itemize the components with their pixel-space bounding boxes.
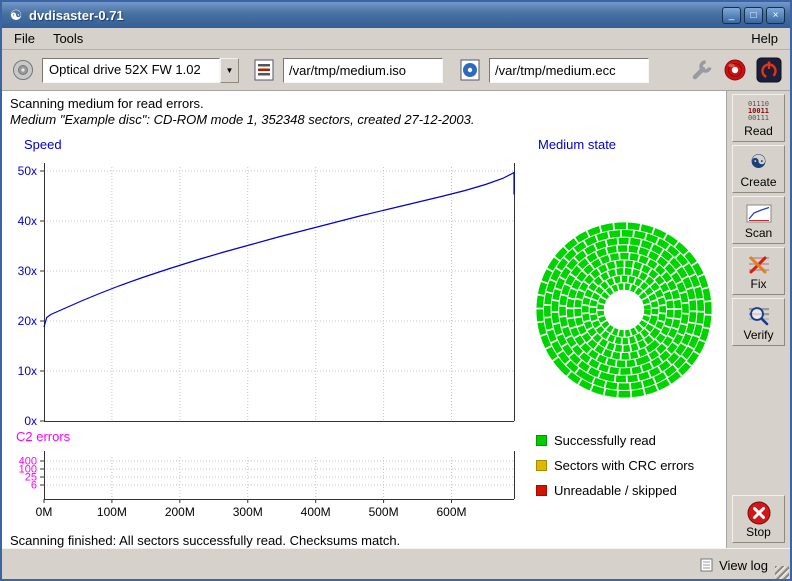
- yinyang-create-icon: ☯: [750, 150, 767, 176]
- preferences-wrench-icon[interactable]: [688, 57, 714, 83]
- drive-icon: [10, 57, 36, 83]
- svg-text:100M: 100M: [97, 505, 127, 519]
- legend-swatch-crc: [536, 460, 547, 471]
- legend-label-crc: Sectors with CRC errors: [554, 458, 694, 473]
- medium-state-title: Medium state: [538, 137, 616, 152]
- status-line-1: Scanning medium for read errors.: [10, 96, 204, 111]
- stop-x-icon: [746, 500, 772, 526]
- create-label: Create: [740, 176, 776, 189]
- close-button[interactable]: ×: [766, 7, 785, 24]
- svg-text:200M: 200M: [165, 505, 195, 519]
- dropdown-arrow-icon[interactable]: ▼: [220, 58, 239, 83]
- svg-text:300M: 300M: [233, 505, 263, 519]
- finished-status: Scanning finished: All sectors successfu…: [10, 533, 400, 548]
- scan-button[interactable]: Scan: [732, 196, 785, 244]
- window-title: dvdisaster-0.71: [29, 8, 719, 23]
- fix-label: Fix: [751, 278, 767, 291]
- svg-text:40x: 40x: [18, 214, 37, 228]
- fix-button[interactable]: Fix: [732, 247, 785, 295]
- content-area: Scanning medium for read errors. Medium …: [2, 91, 790, 548]
- view-log-label: View log: [719, 558, 768, 573]
- stop-label: Stop: [746, 526, 771, 539]
- bottom-statusbar: View log: [2, 548, 790, 581]
- help-disc-icon[interactable]: [722, 57, 748, 83]
- c2-errors-title: C2 errors: [16, 429, 70, 444]
- speed-chart: 0x 10x 20x 30x 40x 50x: [2, 159, 522, 431]
- read-button[interactable]: 01110 10011 00111 Read: [732, 94, 785, 142]
- resize-grip[interactable]: [775, 566, 789, 580]
- toolbar: Optical drive 52X FW 1.02 ▼: [2, 50, 790, 91]
- legend-item-unreadable: Unreadable / skipped: [536, 483, 694, 498]
- drive-select-value[interactable]: Optical drive 52X FW 1.02: [42, 58, 220, 83]
- svg-text:500M: 500M: [369, 505, 399, 519]
- app-window: ☯ dvdisaster-0.71 _ □ × File Tools Help …: [0, 0, 792, 581]
- ecc-file-icon: [457, 57, 483, 83]
- app-yinyang-icon: ☯: [7, 7, 25, 24]
- medium-state-legend: Successfully read Sectors with CRC error…: [536, 433, 694, 508]
- svg-text:400M: 400M: [301, 505, 331, 519]
- quit-power-icon[interactable]: [756, 57, 782, 83]
- binary-read-icon: 01110 10011 00111: [748, 99, 769, 125]
- legend-swatch-success: [536, 435, 547, 446]
- create-button[interactable]: ☯ Create: [732, 145, 785, 193]
- menu-file[interactable]: File: [5, 29, 44, 48]
- menubar: File Tools Help: [2, 28, 790, 50]
- iso-path-input[interactable]: [283, 58, 443, 83]
- read-label: Read: [744, 125, 773, 138]
- legend-label-success: Successfully read: [554, 433, 656, 448]
- view-log-button[interactable]: View log: [696, 556, 772, 575]
- ecc-path-input[interactable]: [489, 58, 649, 83]
- stop-button[interactable]: Stop: [732, 495, 785, 543]
- svg-text:20x: 20x: [18, 314, 37, 328]
- status-line-2: Medium "Example disc": CD-ROM mode 1, 35…: [10, 112, 474, 127]
- c2-chart: 4001002560M100M200M300M400M500M600M: [2, 447, 522, 525]
- verify-label: Verify: [743, 329, 773, 342]
- svg-text:50x: 50x: [18, 164, 37, 178]
- medium-state-disc: [529, 215, 719, 405]
- svg-text:0M: 0M: [36, 505, 53, 519]
- legend-swatch-unreadable: [536, 485, 547, 496]
- main-panel: Scanning medium for read errors. Medium …: [2, 91, 726, 548]
- svg-text:600M: 600M: [436, 505, 466, 519]
- scan-curve-icon: [746, 201, 772, 227]
- svg-text:10x: 10x: [18, 364, 37, 378]
- titlebar: ☯ dvdisaster-0.71 _ □ ×: [2, 2, 790, 28]
- svg-text:6: 6: [31, 480, 37, 492]
- scan-label: Scan: [745, 227, 772, 240]
- verify-magnifier-icon: [747, 303, 771, 329]
- minimize-button[interactable]: _: [722, 7, 741, 24]
- action-sidebar: 01110 10011 00111 Read ☯ Create: [726, 91, 790, 548]
- drive-select[interactable]: Optical drive 52X FW 1.02 ▼: [42, 58, 239, 83]
- svg-text:30x: 30x: [18, 264, 37, 278]
- verify-button[interactable]: Verify: [732, 298, 785, 346]
- legend-item-success: Successfully read: [536, 433, 694, 448]
- menu-help[interactable]: Help: [742, 29, 787, 48]
- svg-text:0x: 0x: [24, 414, 37, 428]
- fix-tools-icon: [747, 252, 771, 278]
- speed-chart-title: Speed: [24, 137, 62, 152]
- log-page-icon: [700, 558, 713, 572]
- legend-item-crc: Sectors with CRC errors: [536, 458, 694, 473]
- iso-file-icon: [251, 57, 277, 83]
- maximize-button[interactable]: □: [744, 7, 763, 24]
- legend-label-unreadable: Unreadable / skipped: [554, 483, 677, 498]
- menu-tools[interactable]: Tools: [44, 29, 92, 48]
